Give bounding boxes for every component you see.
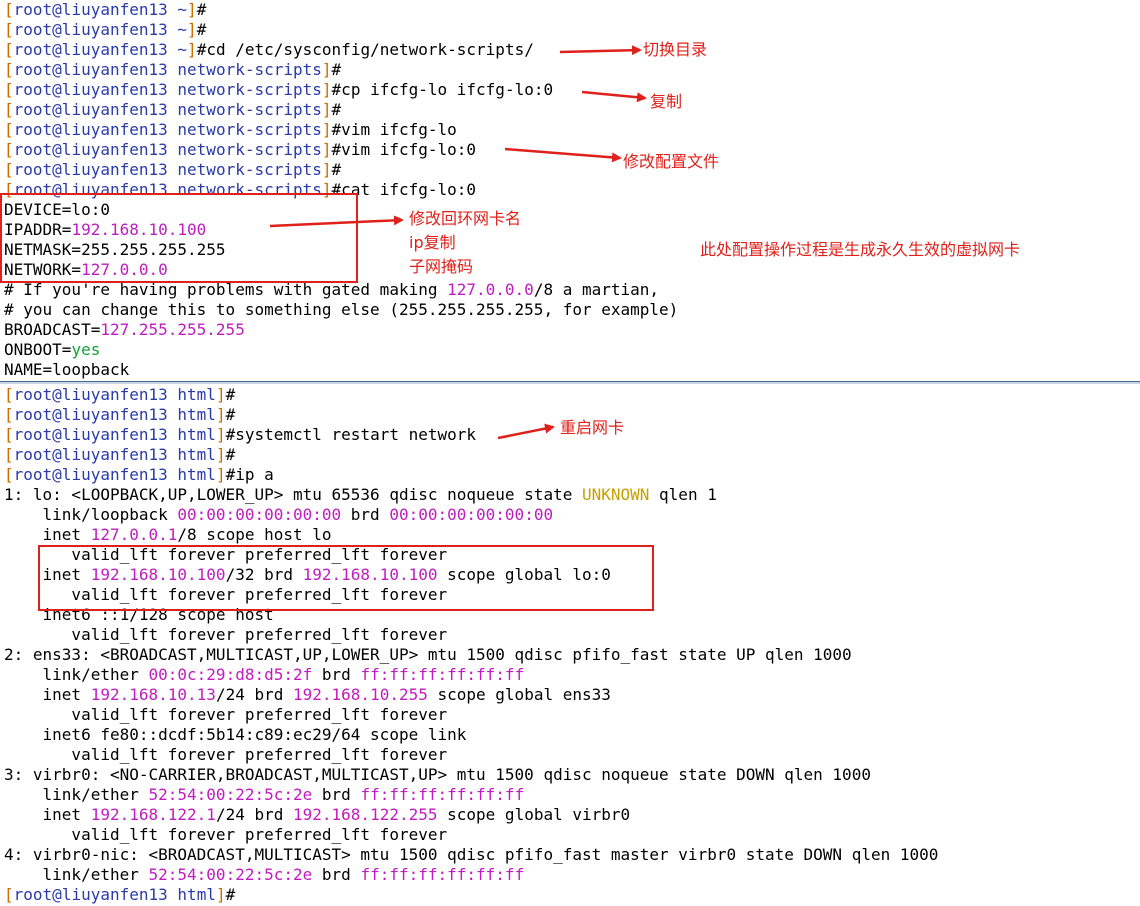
- ip-valid-lft: valid_lft forever preferred_lft forever: [4, 825, 448, 844]
- cfg-comment-1: # If you're having problems with gated m…: [4, 280, 660, 299]
- bottom-prompt-line: [root@liuyanfen13 html]#systemctl restar…: [4, 425, 477, 444]
- ip-virbr0-header: 3: virbr0: <NO-CARRIER,BROADCAST,MULTICA…: [4, 765, 871, 784]
- top-prompt-line: [root@liuyanfen13 network-scripts]#vim i…: [4, 120, 457, 139]
- top-prompt-line: [root@liuyanfen13 network-scripts]#vim i…: [4, 140, 477, 159]
- ip-lo-inet: inet 127.0.0.1/8 scope host lo: [4, 525, 332, 544]
- terminal-pane-top[interactable]: [root@liuyanfen13 ~]# [root@liuyanfen13 ~…: [0, 0, 1140, 382]
- top-prompt-line: [root@liuyanfen13 network-scripts]#cp if…: [4, 80, 554, 99]
- ip-valid-lft: valid_lft forever preferred_lft forever: [4, 705, 448, 724]
- ip-virbr0-nic-link: link/ether 52:54:00:22:5c:2e brd ff:ff:f…: [4, 865, 525, 884]
- ip-ens33-inet6: inet6 fe80::dcdf:5b14:c89:ec29/64 scope …: [4, 725, 467, 744]
- annotation-ip-copy: ip复制: [409, 233, 456, 252]
- bottom-prompt-line: [root@liuyanfen13 html]#ip a: [4, 465, 274, 484]
- terminal-output-top: [root@liuyanfen13 ~]# [root@liuyanfen13 ~…: [4, 0, 678, 380]
- annotation-rename-loopback: 修改回环网卡名: [409, 209, 522, 228]
- ip-valid-lft: valid_lft forever preferred_lft forever: [4, 745, 448, 764]
- ip-ens33-link: link/ether 00:0c:29:d8:d5:2f brd ff:ff:f…: [4, 665, 525, 684]
- ip-virbr0-nic-header: 4: virbr0-nic: <BROADCAST,MULTICAST> mtu…: [4, 845, 939, 864]
- bottom-prompt-line: [root@liuyanfen13 html]#: [4, 385, 236, 404]
- annotation-edit-config: 修改配置文件: [623, 152, 720, 171]
- cfg-name: NAME=loopback: [4, 360, 130, 379]
- annotation-copy: 复制: [650, 92, 683, 111]
- top-prompt-line: [root@liuyanfen13 network-scripts]#: [4, 60, 342, 79]
- top-prompt-line: [root@liuyanfen13 ~]#: [4, 0, 207, 19]
- cfg-onboot: ONBOOT=yes: [4, 340, 101, 359]
- annotation-subnet-mask: 子网掩码: [409, 257, 474, 276]
- annotation-switch-dir: 切换目录: [643, 40, 708, 59]
- top-prompt-line: [root@liuyanfen13 ~]#cd /etc/sysconfig/n…: [4, 40, 534, 59]
- cfg-comment-2: # you can change this to something else …: [4, 300, 679, 319]
- final-prompt[interactable]: [root@liuyanfen13 html]#: [4, 885, 938, 905]
- ip-ens33-inet: inet 192.168.10.13/24 brd 192.168.10.255…: [4, 685, 611, 704]
- config-highlight-box: [0, 193, 358, 283]
- bottom-prompt-line: [root@liuyanfen13 html]#: [4, 405, 236, 424]
- ip-virbr0-inet: inet 192.168.122.1/24 brd 192.168.122.25…: [4, 805, 631, 824]
- top-prompt-line: [root@liuyanfen13 network-scripts]#: [4, 100, 342, 119]
- ip-ens33-header: 2: ens33: <BROADCAST,MULTICAST,UP,LOWER_…: [4, 645, 852, 664]
- ip-lo-header: 1: lo: <LOOPBACK,UP,LOWER_UP> mtu 65536 …: [4, 485, 717, 504]
- top-prompt-line: [root@liuyanfen13 ~]#: [4, 20, 207, 39]
- terminal-output-bottom: [root@liuyanfen13 html]# [root@liuyanfen1…: [4, 385, 938, 905]
- ip-valid-lft: valid_lft forever preferred_lft forever: [4, 625, 448, 644]
- terminal-pane-bottom[interactable]: [root@liuyanfen13 html]# [root@liuyanfen1…: [0, 384, 1140, 906]
- annotation-restart-nic: 重启网卡: [560, 418, 625, 437]
- cfg-broadcast: BROADCAST=127.255.255.255: [4, 320, 245, 339]
- top-prompt-line: [root@liuyanfen13 network-scripts]#: [4, 160, 342, 179]
- ip-virbr0-link: link/ether 52:54:00:22:5c:2e brd ff:ff:f…: [4, 785, 525, 804]
- bottom-prompt-line: [root@liuyanfen13 html]#: [4, 445, 236, 464]
- annotation-summary: 此处配置操作过程是生成永久生效的虚拟网卡: [700, 240, 1021, 259]
- ip-lo-link: link/loopback 00:00:00:00:00:00 brd 00:0…: [4, 505, 554, 524]
- lo0-highlight-box: [38, 545, 654, 611]
